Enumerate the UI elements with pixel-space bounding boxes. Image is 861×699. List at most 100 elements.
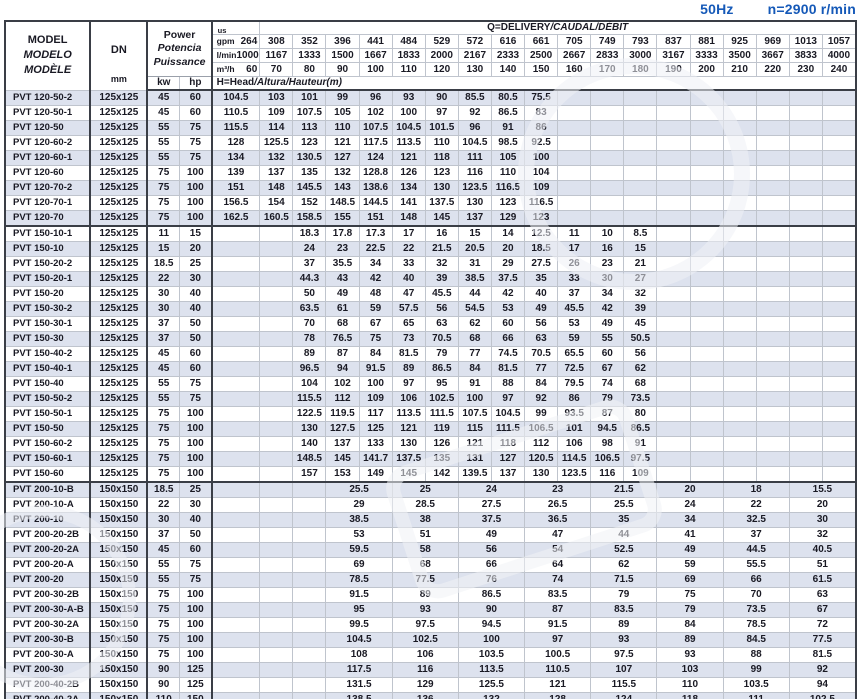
head-cell-empty — [558, 136, 591, 151]
head-cell: 60 — [491, 317, 524, 332]
table-row: PVT 200-10-A150x15022302928.527.526.525.… — [5, 498, 856, 513]
flow-value-header: 3333 — [690, 49, 723, 63]
head-cell-empty — [260, 573, 293, 588]
flow-value-header: 529 — [425, 35, 458, 49]
head-cell-empty — [723, 121, 756, 136]
head-cell-empty — [822, 392, 856, 407]
model-cell: PVT 120-60-1 — [5, 151, 90, 166]
head-cell-empty — [212, 422, 260, 437]
head-cell: 25.5 — [591, 498, 657, 513]
hp-cell: 30 — [180, 272, 212, 287]
model-cell: PVT 120-70-1 — [5, 196, 90, 211]
head-cell-empty — [756, 332, 789, 347]
table-row: PVT 150-40125x12555751041021009795918884… — [5, 377, 856, 392]
head-cell: 55.5 — [723, 558, 789, 573]
head-cell-empty — [260, 452, 293, 467]
head-cell-empty — [723, 211, 756, 227]
head-cell-empty — [624, 151, 657, 166]
flow-value-header: 3667 — [756, 49, 789, 63]
head-cell: 145.5 — [293, 181, 326, 196]
flow-value-header: 3833 — [789, 49, 822, 63]
head-cell: 59 — [558, 332, 591, 347]
hp-cell: 75 — [180, 392, 212, 407]
head-cell: 128 — [212, 136, 260, 151]
head-cell-empty — [690, 302, 723, 317]
model-cell: PVT 200-20-2A — [5, 543, 90, 558]
kw-cell: 90 — [147, 678, 179, 693]
kw-cell: 45 — [147, 362, 179, 377]
model-header-en: MODEL — [6, 33, 89, 48]
head-cell-empty — [212, 272, 260, 287]
head-cell: 102.5 — [789, 693, 856, 699]
head-cell: 33 — [558, 272, 591, 287]
dn-cell: 150x150 — [90, 528, 147, 543]
table-row: PVT 120-70-1125x12575100156.5154152148.5… — [5, 196, 856, 211]
kw-cell: 11 — [147, 226, 179, 242]
head-cell-empty — [789, 272, 822, 287]
head-cell: 158.5 — [293, 211, 326, 227]
power-header-en: Power — [148, 29, 210, 43]
dn-cell: 150x150 — [90, 633, 147, 648]
table-row: PVT 200-40-2A150x150110150138.5136132128… — [5, 693, 856, 699]
head-cell: 134 — [392, 181, 425, 196]
head-cell: 116.5 — [491, 181, 524, 196]
head-cell-empty — [723, 422, 756, 437]
head-cell-empty — [756, 272, 789, 287]
head-cell-empty — [212, 678, 260, 693]
head-cell-empty — [822, 257, 856, 272]
head-cell-empty — [657, 211, 690, 227]
head-cell: 57.5 — [392, 302, 425, 317]
head-cell-empty — [789, 226, 822, 242]
head-cell-empty — [756, 106, 789, 121]
head-cell: 65.5 — [558, 347, 591, 362]
table-row: PVT 200-40-2B150x15090125131.5129125.512… — [5, 678, 856, 693]
head-cell: 23 — [525, 482, 591, 498]
head-cell: 113 — [293, 121, 326, 136]
head-cell: 111.5 — [425, 407, 458, 422]
head-cell-empty — [260, 558, 293, 573]
flow-value-header: 352 — [293, 35, 326, 49]
kw-cell: 75 — [147, 633, 179, 648]
hp-cell: 75 — [180, 121, 212, 136]
head-cell-empty — [260, 633, 293, 648]
head-cell: 68 — [326, 317, 359, 332]
model-cell: PVT 200-30-2A — [5, 618, 90, 633]
head-cell: 125 — [359, 422, 392, 437]
head-cell: 99.5 — [326, 618, 392, 633]
head-cell: 92.5 — [525, 136, 558, 151]
head-cell: 116 — [458, 166, 491, 181]
head-cell: 70 — [293, 317, 326, 332]
head-cell-empty — [558, 151, 591, 166]
head-cell-empty — [723, 106, 756, 121]
head-cell-empty — [212, 663, 260, 678]
head-cell: 96 — [359, 90, 392, 106]
head-cell: 148.5 — [326, 196, 359, 211]
head-cell: 47 — [392, 287, 425, 302]
head-cell-empty — [657, 362, 690, 377]
head-cell: 40.5 — [789, 543, 856, 558]
head-cell-empty — [293, 663, 326, 678]
head-cell: 68 — [392, 558, 458, 573]
head-cell-empty — [260, 693, 293, 699]
head-cell-empty — [591, 211, 624, 227]
head-cell: 15 — [624, 242, 657, 257]
head-cell-empty — [822, 181, 856, 196]
dn-cell: 150x150 — [90, 588, 147, 603]
head-cell: 24 — [458, 482, 524, 498]
head-cell: 115 — [458, 422, 491, 437]
kw-cell: 75 — [147, 422, 179, 437]
pump-performance-table: MODEL MODELO MODÈLE DN mm Power Potencia… — [4, 20, 857, 699]
head-cell: 149 — [359, 467, 392, 483]
head-cell: 118 — [491, 437, 524, 452]
dn-cell: 125x125 — [90, 136, 147, 151]
head-cell: 100.5 — [525, 648, 591, 663]
head-cell: 123 — [425, 166, 458, 181]
head-cell: 42 — [359, 272, 392, 287]
dn-label: DN — [91, 26, 146, 75]
hp-cell: 40 — [180, 287, 212, 302]
head-cell: 25 — [392, 482, 458, 498]
table-row: PVT 150-30125x12537507876.5757370.568666… — [5, 332, 856, 347]
head-cell-empty — [657, 121, 690, 136]
head-cell: 104.5 — [326, 633, 392, 648]
head-cell-empty — [260, 543, 293, 558]
